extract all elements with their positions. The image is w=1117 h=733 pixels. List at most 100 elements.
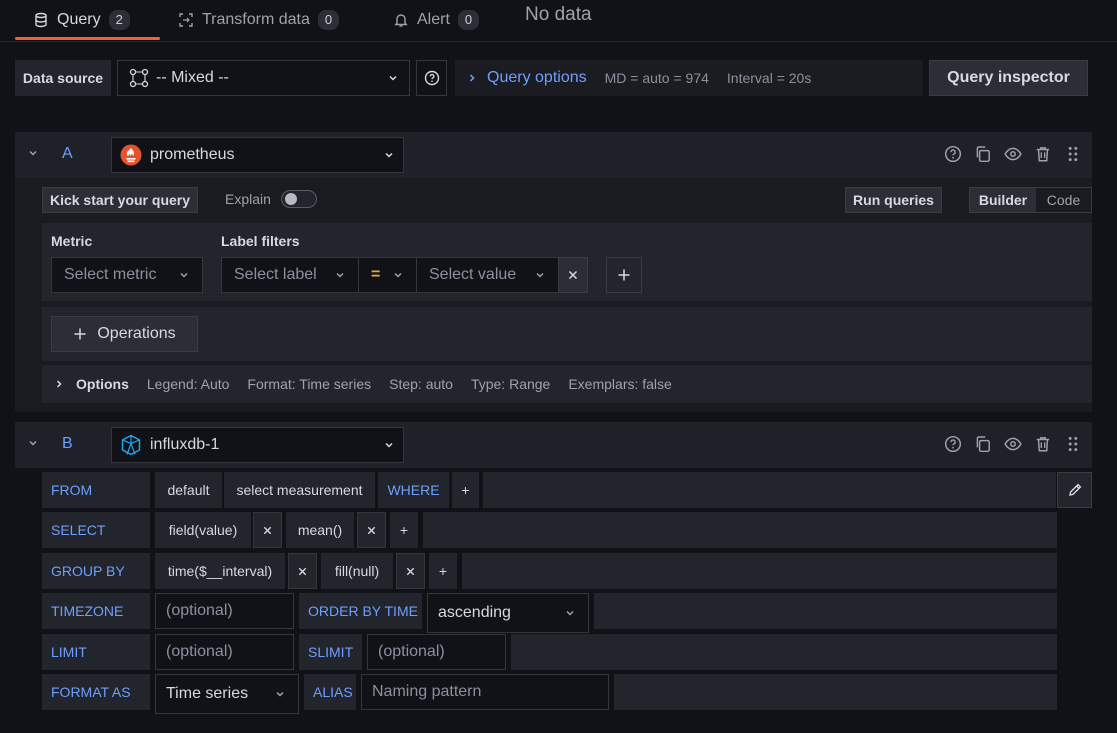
query-options-interval: Interval = 20s <box>726 70 812 86</box>
add-groupby-button[interactable]: + <box>429 553 457 589</box>
close-icon <box>298 567 307 575</box>
pencil-icon <box>1068 483 1081 496</box>
format-as-select[interactable]: Time series <box>155 674 299 714</box>
timezone-row-filler <box>594 593 1057 629</box>
label-placeholder: Select label <box>234 266 317 283</box>
editor-mode-switch: Builder Code <box>969 187 1092 213</box>
groupby-keyword: GROUP BY <box>42 553 150 589</box>
remove-function-button[interactable] <box>357 512 386 548</box>
query-a-ref-id[interactable]: A <box>62 145 73 163</box>
query-options-title: Query options <box>487 69 587 86</box>
prometheus-icon <box>120 144 142 166</box>
metric-label: Metric <box>51 233 93 249</box>
tab-query[interactable]: Query 2 <box>33 0 130 40</box>
mixed-datasource-icon <box>129 68 149 88</box>
chevron-down-icon <box>566 610 574 616</box>
remove-groupby-time-button[interactable] <box>288 553 317 589</box>
query-b-datasource-name: influxdb-1 <box>150 436 220 453</box>
collapse-chevron-icon[interactable] <box>27 437 39 449</box>
active-tab-indicator <box>15 37 160 40</box>
trash-icon[interactable] <box>1034 145 1052 163</box>
measurement-segment[interactable]: select measurement <box>224 472 375 508</box>
chevron-down-icon <box>276 691 284 697</box>
edit-raw-query-button[interactable] <box>1057 472 1092 508</box>
eye-icon[interactable] <box>1004 145 1022 163</box>
timezone-input[interactable]: (optional) <box>155 593 294 629</box>
metric-select[interactable]: Select metric <box>51 257 203 293</box>
format-as-keyword: FORMAT AS <box>42 674 150 710</box>
tab-transform-data[interactable]: Transform data 0 <box>178 0 340 40</box>
help-circle-icon[interactable] <box>944 435 962 453</box>
options-legend: Legend: Auto <box>146 376 230 392</box>
select-keyword: SELECT <box>42 512 150 548</box>
alias-input[interactable]: Naming pattern <box>361 674 609 710</box>
mode-builder-button[interactable]: Builder <box>970 188 1036 212</box>
data-source-help-button[interactable] <box>416 60 447 96</box>
alias-keyword: ALIAS <box>304 674 356 710</box>
tab-alert-count: 0 <box>457 10 480 30</box>
select-function-segment[interactable]: mean() <box>286 512 354 548</box>
data-source-picker[interactable]: -- Mixed -- <box>117 60 410 96</box>
mode-code-button[interactable]: Code <box>1036 188 1091 212</box>
query-a-options-toggle[interactable]: Options Legend: Auto Format: Time series… <box>42 365 1092 403</box>
explain-label: Explain <box>225 191 271 207</box>
tabs-divider <box>0 41 1117 42</box>
query-options-toggle[interactable]: Query options MD = auto = 974 Interval =… <box>455 60 923 96</box>
groupby-time-segment[interactable]: time($__interval) <box>155 553 285 589</box>
add-select-button[interactable]: + <box>390 512 418 548</box>
help-circle-icon[interactable] <box>944 145 962 163</box>
options-title: Options <box>76 376 129 392</box>
value-select[interactable]: Select value <box>416 257 559 293</box>
data-source-label: Data source <box>15 60 111 96</box>
query-b-datasource-picker[interactable]: influxdb-1 <box>111 427 404 463</box>
chevron-down-icon <box>336 272 344 278</box>
kick-start-query-button[interactable]: Kick start your query <box>42 187 198 213</box>
tab-alert[interactable]: Alert 0 <box>393 0 480 40</box>
duplicate-icon[interactable] <box>974 435 992 453</box>
options-step: Step: auto <box>389 376 453 392</box>
query-a-datasource-name: prometheus <box>150 146 235 163</box>
chevron-right-icon <box>56 380 62 388</box>
from-row-filler <box>483 472 1056 508</box>
add-where-button[interactable]: + <box>452 472 479 508</box>
label-select[interactable]: Select label <box>221 257 359 293</box>
query-inspector-button[interactable]: Query inspector <box>929 60 1088 96</box>
chevron-down-icon <box>536 272 544 278</box>
limit-input[interactable]: (optional) <box>155 634 294 670</box>
query-a-datasource-picker[interactable]: prometheus <box>111 137 404 173</box>
toggle-knob <box>285 193 297 205</box>
drag-handle-icon[interactable] <box>1064 145 1082 163</box>
limit-row-filler <box>511 634 1057 670</box>
add-operation-button[interactable]: Operations <box>51 316 198 352</box>
from-keyword: FROM <box>42 472 150 508</box>
query-a-header: A prometheus <box>15 132 1092 178</box>
select-row-filler <box>423 512 1057 548</box>
remove-label-filter-button[interactable] <box>558 257 588 293</box>
transform-icon <box>179 13 193 27</box>
close-icon <box>406 567 415 575</box>
orderby-select[interactable]: ascending <box>427 593 589 633</box>
retention-policy-segment[interactable]: default <box>155 472 222 508</box>
eye-icon[interactable] <box>1004 435 1022 453</box>
run-queries-button[interactable]: Run queries <box>845 187 942 213</box>
operator-select[interactable]: = <box>358 257 417 293</box>
data-source-value: -- Mixed -- <box>156 69 229 86</box>
drag-handle-icon[interactable] <box>1064 435 1082 453</box>
query-b-ref-id[interactable]: B <box>62 435 73 453</box>
groupby-fill-segment[interactable]: fill(null) <box>321 553 393 589</box>
select-field-segment[interactable]: field(value) <box>155 512 251 548</box>
slimit-input[interactable]: (optional) <box>367 634 506 670</box>
collapse-chevron-icon[interactable] <box>27 147 39 159</box>
chevron-down-icon <box>389 75 397 81</box>
explain-toggle[interactable] <box>281 190 317 208</box>
remove-field-button[interactable] <box>253 512 282 548</box>
database-icon <box>35 12 47 28</box>
value-placeholder: Select value <box>429 266 517 283</box>
duplicate-icon[interactable] <box>974 145 992 163</box>
trash-icon[interactable] <box>1034 435 1052 453</box>
add-label-filter-button[interactable] <box>606 257 642 293</box>
tab-transform-count: 0 <box>317 10 340 30</box>
query-b-header: B influxdb-1 <box>15 422 1092 468</box>
chevron-down-icon <box>180 272 188 278</box>
remove-fill-button[interactable] <box>396 553 425 589</box>
